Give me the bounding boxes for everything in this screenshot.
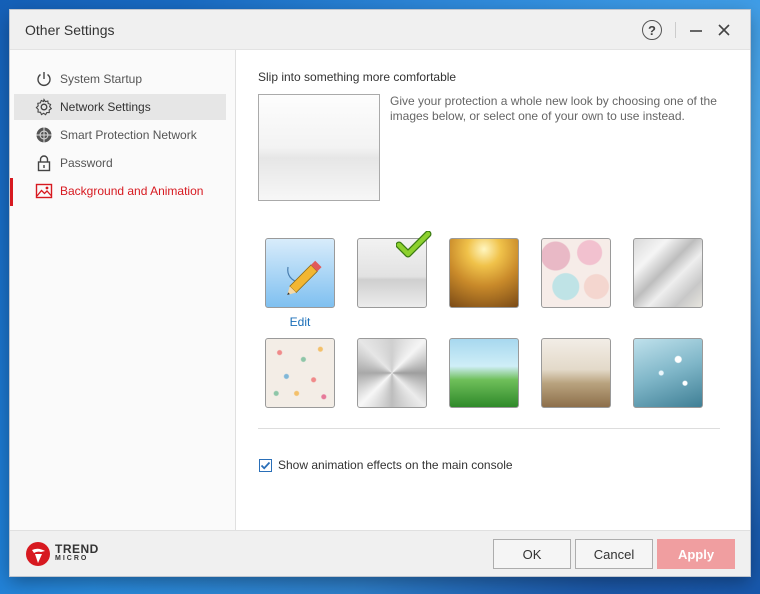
thumbnail-edit[interactable] [265, 238, 335, 308]
sidebar-item-label: Network Settings [60, 100, 151, 114]
trend-micro-logo-icon [26, 542, 50, 566]
help-icon: ? [642, 20, 662, 40]
minimize-button[interactable] [684, 18, 708, 42]
ok-button[interactable]: OK [493, 539, 571, 569]
sidebar-item-label: System Startup [60, 72, 143, 86]
logo-line1: TREND [55, 542, 99, 556]
sidebar-item-smart-protection-network[interactable]: Smart Protection Network [14, 122, 226, 148]
footer: TREND MICRO OK Cancel Apply [10, 530, 750, 576]
settings-window: Other Settings ? System Startup Network … [10, 10, 750, 576]
animation-checkbox[interactable] [259, 458, 272, 472]
thumbnail-pastel-circles[interactable] [541, 238, 611, 308]
section-heading: Slip into something more comfortable [258, 70, 457, 84]
active-indicator [10, 178, 13, 206]
sidebar-item-system-startup[interactable]: System Startup [14, 66, 226, 92]
lock-icon [34, 153, 54, 173]
animation-option[interactable]: Show animation effects on the main conso… [259, 458, 513, 472]
power-icon [34, 69, 54, 89]
thumbnail-frosty-branches[interactable] [633, 338, 703, 408]
close-button[interactable] [712, 18, 736, 42]
titlebar-divider [675, 22, 676, 38]
gear-icon [34, 97, 54, 117]
thumbnail-sandy-beach[interactable] [541, 338, 611, 408]
background-preview [258, 94, 380, 201]
close-icon [718, 24, 730, 36]
animation-checkbox-label: Show animation effects on the main conso… [278, 458, 513, 472]
sidebar-item-label: Smart Protection Network [60, 128, 197, 142]
checkmark-icon [396, 231, 432, 258]
cancel-button[interactable]: Cancel [575, 539, 653, 569]
trend-micro-logo: TREND MICRO [25, 541, 99, 567]
sidebar-item-password[interactable]: Password [14, 150, 226, 176]
section-divider [258, 428, 720, 429]
thumbnail-grey-polygon[interactable] [633, 238, 703, 308]
section-description: Give your protection a whole new look by… [390, 94, 717, 123]
check-icon [260, 461, 271, 469]
sidebar: System Startup Network Settings Smart Pr… [10, 50, 236, 530]
pencil-icon [287, 260, 322, 296]
sidebar-item-label: Password [60, 156, 113, 170]
thumbnail-brushed-metal[interactable] [357, 338, 427, 408]
sidebar-item-network-settings[interactable]: Network Settings [14, 94, 226, 120]
thumbnail-white-mist[interactable] [357, 231, 432, 308]
thumbnail-confetti-dots[interactable] [265, 338, 335, 408]
window-title: Other Settings [25, 22, 115, 38]
apply-button[interactable]: Apply [657, 539, 735, 569]
thumbnail-green-grass[interactable] [449, 338, 519, 408]
minimize-icon [690, 30, 702, 32]
help-button[interactable]: ? [640, 18, 664, 42]
thumbnail-golden-wheat[interactable] [449, 238, 519, 308]
sidebar-item-label: Background and Animation [60, 184, 204, 198]
edit-link[interactable]: Edit [265, 315, 335, 329]
globe-icon [34, 125, 54, 145]
main-content: Slip into something more comfortable Giv… [237, 50, 750, 530]
title-bar: Other Settings ? [10, 10, 750, 50]
sidebar-item-background-animation[interactable]: Background and Animation [14, 178, 226, 204]
picture-icon [34, 181, 54, 201]
